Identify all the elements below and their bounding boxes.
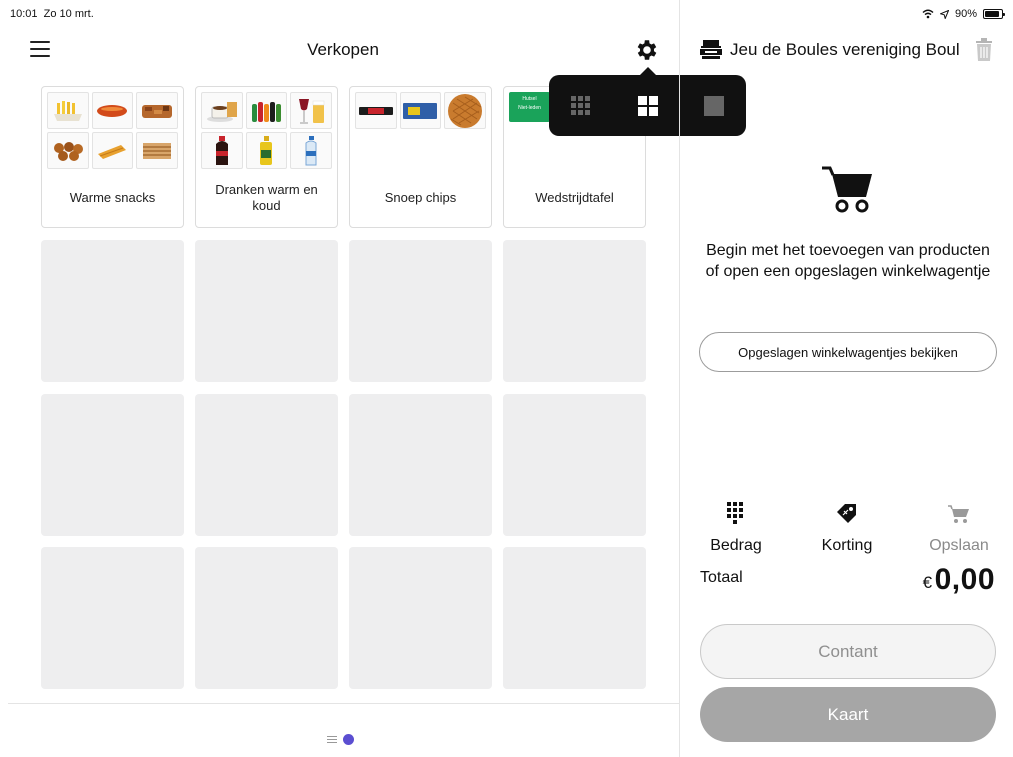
empty-tile[interactable] [503,547,646,689]
empty-cart-message: Begin met het toevoegen van producten of… [705,242,991,280]
category-label: Dranken warm en koud [215,182,318,213]
view-saved-carts-button[interactable]: Opgeslagen winkelwagentjes bekijken [699,332,997,372]
category-thumbnails [47,92,178,169]
register-name[interactable]: Jeu de Boules vereniging Boul [730,40,972,60]
keypad-icon [686,500,786,528]
category-thumbnails [201,92,332,169]
category-tile-warme-snacks[interactable]: Warme snacks [41,86,184,228]
discount-label: Korting [821,537,873,554]
total-amount: €0,00 [923,563,995,597]
grid-medium-icon[interactable] [633,91,663,121]
page-dot-active[interactable] [343,734,354,745]
save-action[interactable]: Opslaan [909,500,1009,555]
chips-box-image [399,92,442,129]
status-date: Zo 10 mrt. [43,8,94,20]
category-tile-snoep-chips[interactable]: Snoep chips [349,86,492,228]
empty-tile[interactable] [349,547,492,689]
save-label: Opslaan [929,537,989,554]
candy-bar-image [355,92,397,129]
settings-gear-icon[interactable] [634,37,660,63]
status-time: 10:01 [10,8,38,20]
total-label: Totaal [700,569,743,586]
cart-pane: Jeu de Boules vereniging Boul Begin met … [679,0,1013,757]
empty-tile[interactable] [41,240,184,382]
category-label: Warme snacks [69,190,156,205]
total-value: 0,00 [934,563,995,596]
list-page-icon[interactable] [327,734,337,745]
products-pane: Verkopen Warme snacks Dranken warm en ko… [0,28,679,757]
empty-tile[interactable] [503,394,646,536]
empty-tile[interactable] [195,240,338,382]
frikandel-image [91,92,134,129]
tag-text: Niet-leden [518,105,541,111]
cart-icon [909,500,1009,528]
shopping-cart-icon [822,166,872,213]
tosti-image [136,132,178,169]
category-tile-dranken[interactable]: Dranken warm en koud [195,86,338,228]
stroopwafel-image [444,92,486,129]
category-thumbnails [355,92,486,129]
empty-tile[interactable] [195,394,338,536]
category-label: Wedstrijdtafel [535,190,614,205]
cash-register-icon [700,40,722,59]
oil-bottle-image [245,132,288,169]
wedstrijd-tag-image: Hutsel Niet-leden [509,92,550,122]
amount-label: Bedrag [710,537,762,554]
water-bottle-image [290,132,332,169]
card-payment-button[interactable]: Kaart [700,687,996,742]
cash-payment-button[interactable]: Contant [700,624,996,679]
divider [8,703,679,704]
cola-bottle-image [201,132,243,169]
empty-tile[interactable] [349,240,492,382]
category-label: Snoep chips [384,190,457,205]
discount-action[interactable]: Korting [797,500,897,555]
currency-symbol: € [922,573,933,592]
kaassouffle-image [91,132,134,169]
tag-icon [797,500,897,528]
page-indicator[interactable] [327,734,354,745]
status-left: 10:01 Zo 10 mrt. [10,8,94,20]
empty-tile[interactable] [41,547,184,689]
coffee-image [201,92,243,129]
empty-tile[interactable] [349,394,492,536]
bitterballen-image [47,132,89,169]
page-title: Verkopen [307,40,379,59]
tag-text: Hutsel [522,96,537,102]
snack-platter-image [136,92,178,129]
wine-beer-image [290,92,332,129]
trash-icon[interactable] [974,38,994,62]
grid-small-icon[interactable] [566,91,596,121]
soda-bottles-image [245,92,288,129]
fries-image [47,92,89,129]
amount-action[interactable]: Bedrag [686,500,786,555]
empty-tile[interactable] [41,394,184,536]
empty-tile[interactable] [503,240,646,382]
empty-tile[interactable] [195,547,338,689]
